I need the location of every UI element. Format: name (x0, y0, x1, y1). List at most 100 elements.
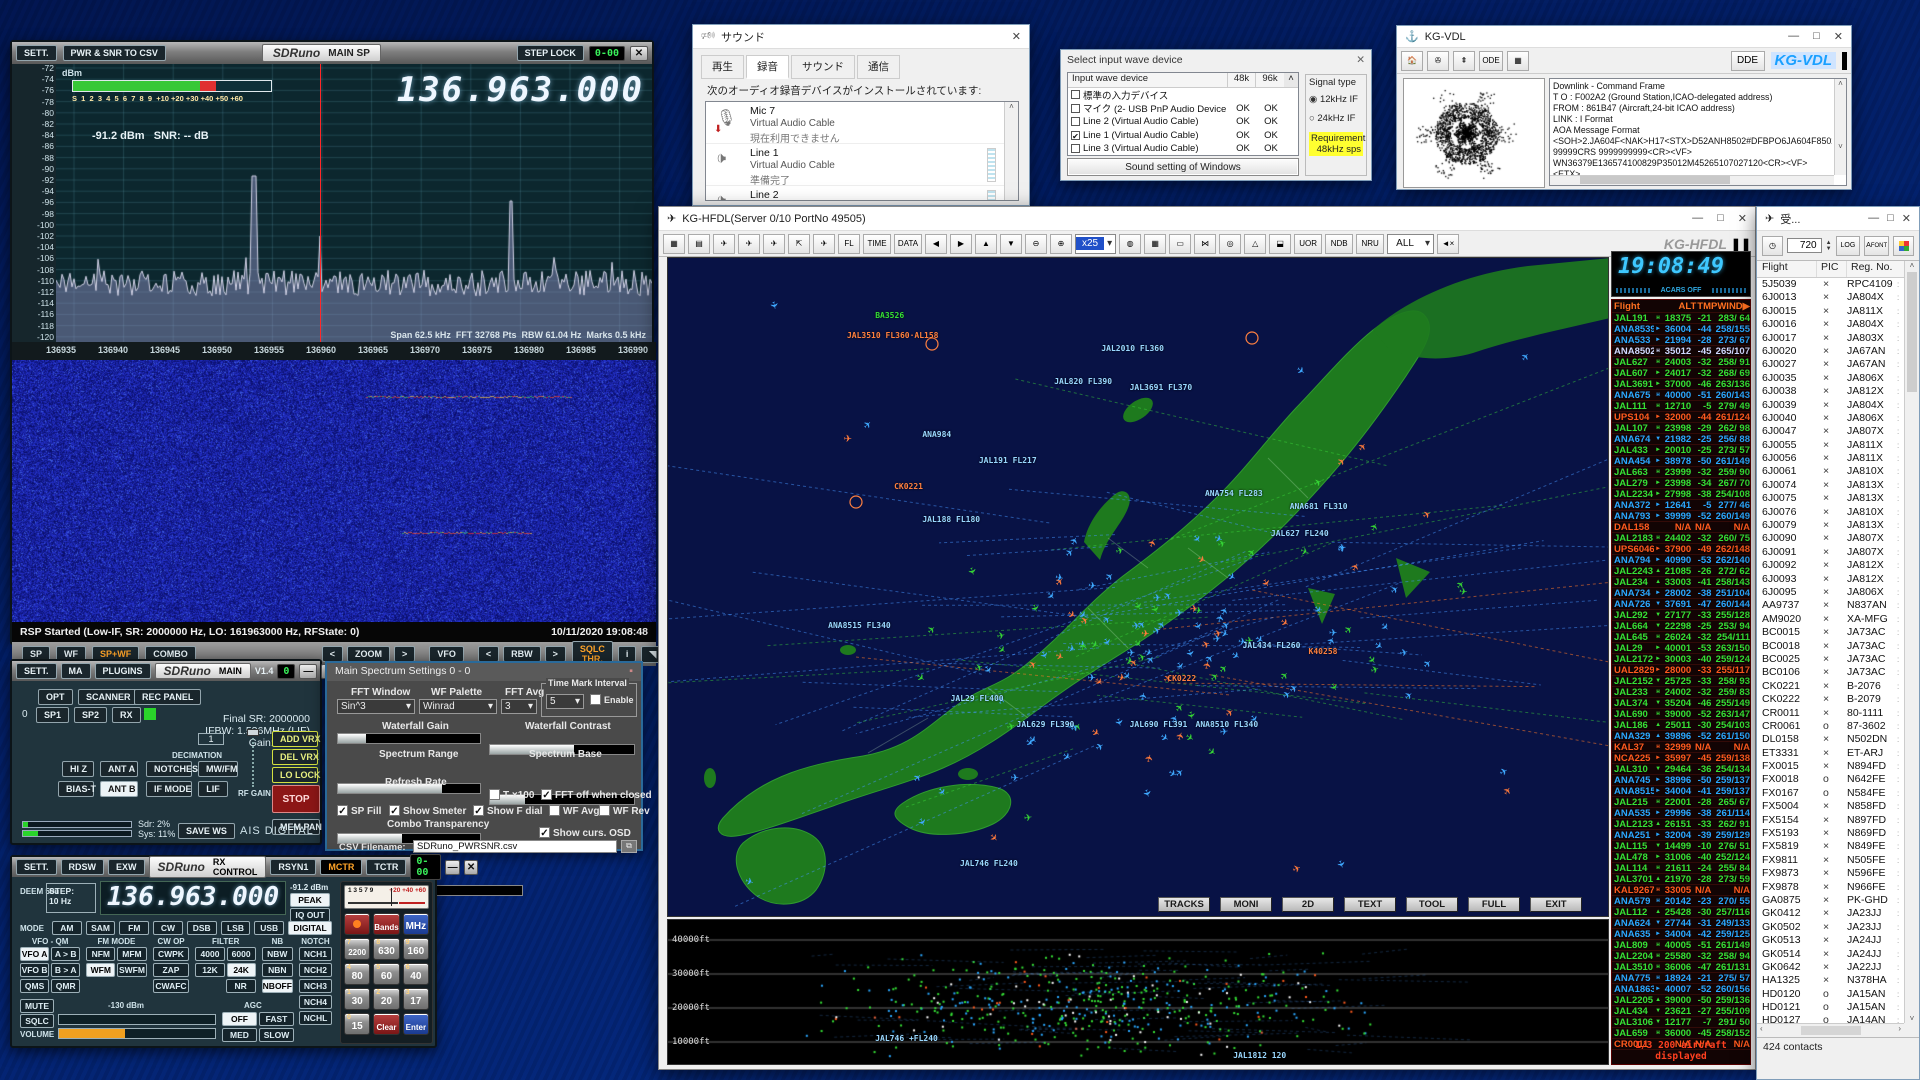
table-row[interactable]: JAL433►20010-25273/ 57 (1612, 445, 1750, 456)
table-row[interactable]: ANA8539►36004-44258/155 (1612, 324, 1750, 335)
mctr-button[interactable]: MCTR (320, 859, 362, 875)
table-row[interactable]: JAL114ʜ21611-24255/ 84 (1612, 863, 1750, 874)
wf-palette-select[interactable]: Winrad▾ (419, 699, 497, 714)
table-row[interactable]: UAL2829►28000-33255/117 (1612, 665, 1750, 676)
tab-録音[interactable]: 録音 (746, 55, 789, 79)
log-icon[interactable]: LOG (1836, 236, 1861, 256)
table-row[interactable]: BC0015×JA73AC: (1757, 626, 1905, 639)
table-row[interactable]: JAL191ʜ18375-21283/ 64 (1612, 313, 1750, 324)
mode-usb-button[interactable]: USB (254, 921, 284, 935)
table-row[interactable]: Line 2 (Virtual Audio Cable)OKOK (1068, 115, 1298, 129)
table-row[interactable]: 6J0074×JA813X: (1757, 479, 1905, 492)
interval-spinner[interactable]: ▲▼ (1826, 240, 1832, 252)
map-button-exit[interactable]: EXIT (1530, 897, 1582, 912)
table-row[interactable]: ANA624▼27744-31249/133 (1612, 918, 1750, 929)
station-icon[interactable]: 🏠 (1401, 51, 1423, 71)
button-nbn[interactable]: NBN (262, 963, 293, 977)
interval-input[interactable]: 720 (1787, 238, 1822, 253)
sqlc-button[interactable]: SQLC (20, 1014, 54, 1028)
table-row[interactable]: ANA8502ʜ35012-45265/107 (1612, 346, 1750, 357)
key-15[interactable]: 015 (344, 1013, 370, 1035)
table-row[interactable]: FX0015×N894FD: (1757, 760, 1905, 773)
agc-med-button[interactable]: MED (222, 1028, 257, 1042)
table-row[interactable]: JAL627ʜ24003-32258/ 91 (1612, 357, 1750, 368)
map-button-text[interactable]: TEXT (1344, 897, 1396, 912)
key-40[interactable]: 640 (403, 963, 429, 985)
table-row[interactable]: 6J0090×JA807X: (1757, 532, 1905, 545)
table-row[interactable]: ✔Line 1 (Virtual Audio Cable)OKOK (1068, 129, 1298, 143)
table-row[interactable]: FX5154×N897FD: (1757, 814, 1905, 827)
map-button-2d[interactable]: 2D (1282, 897, 1334, 912)
table-row[interactable]: ANA372►12641-5277/ 46 (1612, 500, 1750, 511)
toolbar-DATA-icon[interactable]: DATA (894, 234, 922, 254)
table-row[interactable]: JAL112▲25428-30257/116 (1612, 907, 1750, 918)
table-row[interactable]: JAL2123▲26151-33262/ 91 (1612, 819, 1750, 830)
table-row[interactable]: ANA454►38978-50261/149 (1612, 456, 1750, 467)
table-row[interactable]: 6J0091×JA807X: (1757, 546, 1905, 559)
agc-fast-button[interactable]: FAST (259, 1012, 294, 1026)
sound-device-list[interactable]: 🎙Mic 7Virtual Audio Cable現在利用できません⬇🕩Line… (705, 101, 1019, 201)
mute-button[interactable]: MUTE (20, 999, 54, 1013)
button-qmr[interactable]: QMR (51, 979, 80, 993)
close-icon[interactable]: ✕ (1902, 212, 1911, 225)
table-row[interactable]: 6J0055×JA811X: (1757, 439, 1905, 452)
pause-icon[interactable]: ❚❚ (1731, 237, 1751, 251)
sett-button[interactable]: SETT. (16, 859, 57, 875)
table-row[interactable]: CK0222×B-2079: (1757, 693, 1905, 706)
table-row[interactable]: JAL434▼23621-27255/109 (1612, 1006, 1750, 1017)
table-row[interactable]: JAL3701▲21970-28273/ 59 (1612, 874, 1750, 885)
table-row[interactable]: DL0158×N502DN: (1757, 733, 1905, 746)
rx-frequency-display[interactable]: 136.963.000 (100, 881, 286, 915)
button-nfm[interactable]: NFM (86, 947, 115, 961)
table-row[interactable]: AM9020×XA-MFG: (1757, 613, 1905, 626)
wf-gain-slider[interactable] (337, 733, 481, 744)
table-row[interactable]: UPS104►32000-44261/124 (1612, 412, 1750, 423)
toolbar-grid-icon[interactable]: ▦ (663, 234, 685, 254)
key-20[interactable]: 220 (373, 988, 399, 1010)
table-row[interactable]: JAL107ʜ23998-29262/ 98 (1612, 423, 1750, 434)
compass-icon[interactable]: ✇ (1427, 51, 1449, 71)
toolbar-prev-icon[interactable]: ◀ (925, 234, 947, 254)
close-icon[interactable]: ▪ (629, 665, 633, 677)
t100-checkbox[interactable] (489, 789, 500, 800)
table-row[interactable]: JAL279►23998-34267/ 70 (1612, 478, 1750, 489)
table-row[interactable]: JAL111ʜ12710-5279/ 49 (1612, 401, 1750, 412)
table-row[interactable]: CK0221×B-2076: (1757, 680, 1905, 693)
toolbar-rings-icon[interactable]: ◎ (1219, 234, 1241, 254)
opt-button[interactable]: OPT (38, 689, 73, 705)
table-row[interactable]: 6J0093×JA812X: (1757, 573, 1905, 586)
minimize-icon[interactable]: — (1692, 212, 1703, 225)
mode-lsb-button[interactable]: LSB (221, 921, 251, 935)
button-ba[interactable]: B > A (51, 963, 80, 977)
toolbar-NRU-icon[interactable]: NRU (1356, 234, 1384, 254)
exw-button[interactable]: EXW (108, 859, 145, 875)
ma-button[interactable]: MA (61, 663, 91, 679)
table-row[interactable]: JAL809ʜ40005-51261/149 (1612, 940, 1750, 951)
rbw-down-button[interactable]: < (478, 646, 499, 662)
key-160[interactable]: 9160 (403, 938, 429, 960)
table-row[interactable]: ANA329▲39896-52261/150 (1612, 731, 1750, 742)
table-row[interactable]: 6J0095×JA806X: (1757, 586, 1905, 599)
step-lock-button[interactable]: STEP LOCK (517, 45, 584, 61)
table-row[interactable]: FX5819×N849FE: (1757, 840, 1905, 853)
biast-button[interactable]: BIAS-T (58, 781, 94, 797)
toolbar-plane-up-icon[interactable]: ✈ (713, 234, 735, 254)
button-nr[interactable]: NR (226, 979, 256, 993)
table-row[interactable]: HD0127oJA14AN: (1757, 1014, 1905, 1023)
tctr-button[interactable]: TCTR (366, 859, 406, 875)
vdl-message-area[interactable]: Downlink - Command FrameT O : F002A2 (Gr… (1549, 78, 1847, 186)
table-row[interactable]: JAL2243▲21085-26272/ 62 (1612, 566, 1750, 577)
table-row[interactable]: JAL2205▲39000-50259/136 (1612, 995, 1750, 1006)
table-row[interactable]: GK0642×JA22JJ: (1757, 961, 1905, 974)
tune-cursor[interactable] (320, 64, 321, 342)
toolbar-plane-doc-icon[interactable]: ✈ (738, 234, 760, 254)
wfrev-checkbox[interactable] (599, 805, 610, 816)
rsyn-button[interactable]: RSYN1 (270, 859, 316, 875)
table-row[interactable]: 6J0013×JA804X: (1757, 291, 1905, 304)
table-row[interactable]: ANA251►32004-39259/129 (1612, 830, 1750, 841)
table-row[interactable]: KAL37ʜ32999N/AN/A (1612, 742, 1750, 753)
mode-am-button[interactable]: AM (52, 921, 82, 935)
timer-icon[interactable]: ◷ (1762, 236, 1783, 256)
table-row[interactable]: FX0018oN642FE: (1757, 773, 1905, 786)
dde-button[interactable]: DDE (1731, 51, 1765, 71)
